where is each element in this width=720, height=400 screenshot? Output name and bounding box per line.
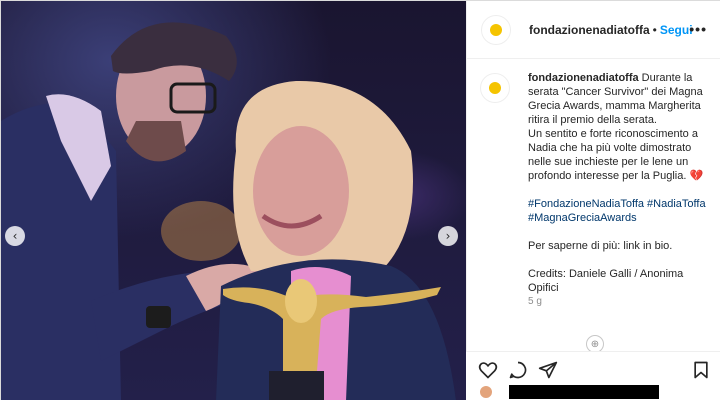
heart-icon[interactable] <box>478 360 498 380</box>
share-icon[interactable] <box>538 360 558 380</box>
caption-credits: Credits: Daniele Galli / Anonima Opifici <box>528 268 684 294</box>
post-header: fondazionenadiatoffa • Segui ••• <box>467 1 720 59</box>
caption-avatar[interactable] <box>480 73 510 103</box>
chevron-right-icon[interactable]: › <box>438 226 458 246</box>
caption-more-info: Per saperne di più: link in bio. <box>528 240 673 252</box>
caption-username[interactable]: fondazionenadiatoffa <box>528 72 639 84</box>
caption-text-2: Un sentito e forte riconoscimento a Nadi… <box>528 128 698 182</box>
broken-heart-icon: 💔 <box>689 170 704 182</box>
more-options-icon[interactable]: ••• <box>689 21 707 37</box>
caption-body: fondazionenadiatoffa Durante la serata "… <box>528 71 712 309</box>
instagram-post: ‹ › fondazionenadiatoffa • Segui ••• fon… <box>0 0 720 400</box>
caption-hashtags[interactable]: #FondazioneNadiaToffa #NadiaToffa #Magna… <box>528 197 712 225</box>
caption: fondazionenadiatoffa Durante la serata "… <box>480 71 712 309</box>
comment-icon[interactable] <box>508 360 528 380</box>
header-username[interactable]: fondazionenadiatoffa <box>529 23 650 37</box>
header-separator: • <box>652 22 657 37</box>
follow-button[interactable]: Segui <box>660 23 693 37</box>
bookmark-icon[interactable] <box>691 360 711 380</box>
logo-icon <box>489 82 501 94</box>
redacted-likes-text <box>509 385 659 399</box>
chevron-left-icon[interactable]: ‹ <box>5 226 25 246</box>
likes-row <box>479 385 659 399</box>
photo-illustration <box>1 22 456 400</box>
account-avatar[interactable] <box>481 14 511 45</box>
liker-avatar[interactable] <box>479 385 493 399</box>
logo-icon <box>490 23 502 36</box>
post-time[interactable]: 5 g <box>528 295 712 309</box>
post-photo[interactable]: ‹ › <box>1 1 466 400</box>
